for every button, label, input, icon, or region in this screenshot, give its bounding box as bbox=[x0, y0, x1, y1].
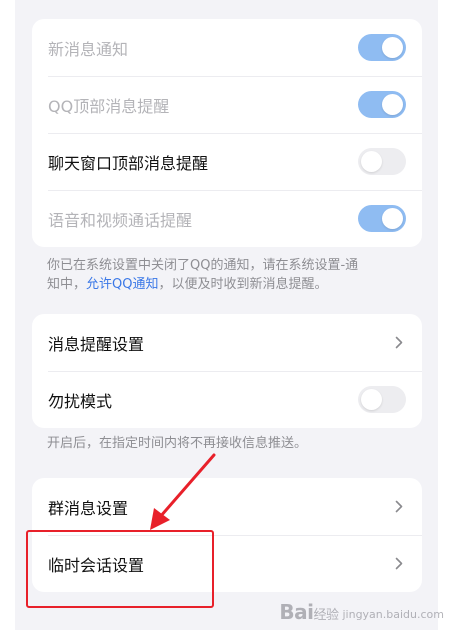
watermark-url: jingyan.baidu.com bbox=[342, 608, 444, 621]
highlight-box bbox=[26, 530, 214, 608]
arrow-head-icon bbox=[150, 508, 170, 530]
watermark-logo: Bai经验 bbox=[279, 600, 339, 624]
baidu-jingyan-watermark: Bai经验 jingyan.baidu.com bbox=[279, 600, 444, 624]
